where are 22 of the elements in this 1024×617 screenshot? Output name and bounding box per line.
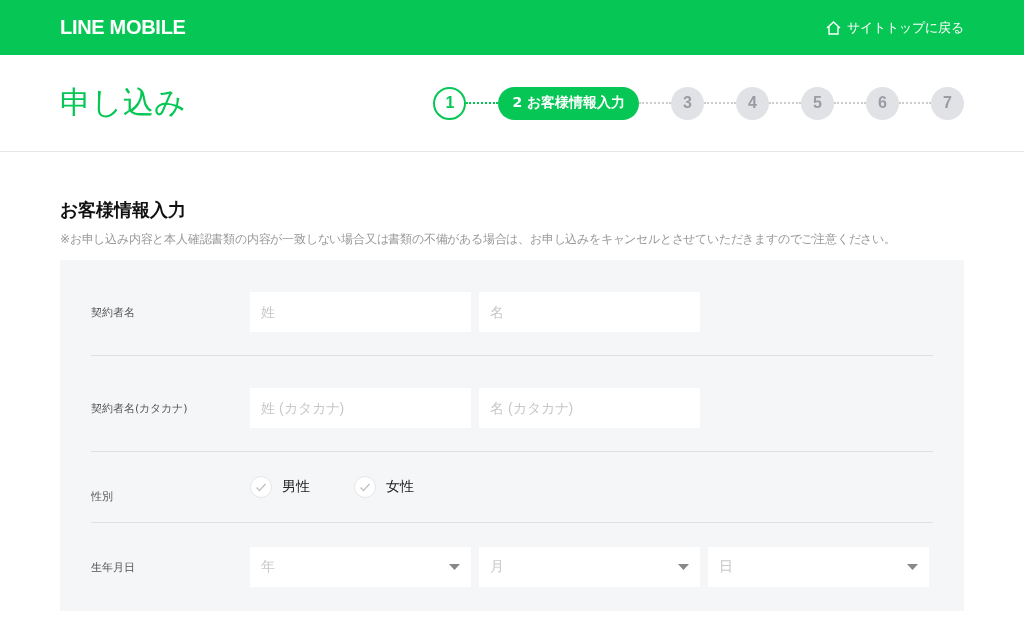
site-top-link[interactable]: サイトトップに戻る	[826, 18, 964, 37]
step-indicator: 2 お客様情報入力	[498, 86, 639, 120]
step-indicator: 5	[801, 86, 834, 120]
step-indicator: 3	[671, 86, 704, 120]
section-title: お客様情報入力	[60, 198, 187, 222]
step-indicator: 4	[736, 86, 769, 120]
step-indicator: 7	[931, 86, 964, 120]
step-indicator: 6	[866, 86, 899, 120]
dropdown-caret-icon	[907, 564, 918, 570]
gender-option[interactable]: 女性	[354, 476, 414, 498]
field-label: 生年月日	[91, 559, 136, 575]
notice-text: ※お申し込み内容と本人確認書類の内容が一致しない場合又は書類の不備がある場合は、お申し込みをキャンセルとさせていただきますのでご注意ください。	[60, 231, 897, 247]
field-label: 性別	[91, 489, 114, 504]
step-indicator: 1	[433, 86, 467, 120]
dropdown-caret-icon	[678, 564, 689, 570]
field-label: 契約者名(カタカナ)	[91, 400, 189, 416]
dropdown-caret-icon	[449, 564, 460, 570]
gender-option[interactable]: 男性	[250, 476, 310, 498]
field-label: 契約者名	[91, 304, 136, 320]
page-title: 申し込み	[60, 83, 186, 122]
logo[interactable]: LINE MOBILE	[60, 16, 186, 39]
home-icon	[826, 20, 841, 35]
